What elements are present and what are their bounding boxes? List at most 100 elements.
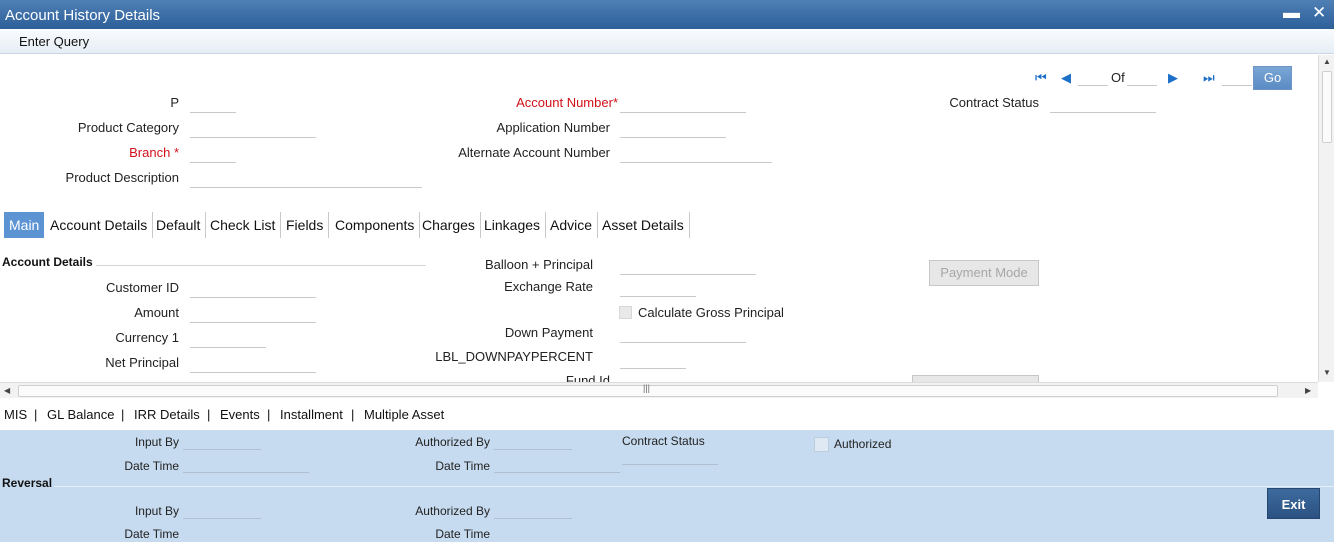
- irr-details-link[interactable]: IRR Details: [134, 407, 200, 422]
- tab-charges[interactable]: Charges: [417, 212, 481, 238]
- footer-contract-status-field[interactable]: [622, 451, 718, 465]
- of-label: Of: [1111, 70, 1125, 85]
- auth-date-time-field[interactable]: [494, 459, 620, 473]
- tab-linkages[interactable]: Linkages: [479, 212, 547, 238]
- currency-1-field[interactable]: [190, 332, 266, 348]
- net-principal-label: Net Principal: [105, 355, 179, 370]
- alternate-account-number-field[interactable]: [620, 147, 772, 163]
- horizontal-scroll-thumb[interactable]: |||: [18, 383, 1278, 397]
- payment-mode-button[interactable]: Payment Mode: [929, 260, 1039, 286]
- authorized-checkbox[interactable]: [814, 437, 829, 452]
- branch-label: Branch *: [129, 145, 179, 160]
- amount-field[interactable]: [190, 307, 316, 323]
- reversal-divider: [54, 486, 1334, 487]
- required-marker: *: [612, 95, 618, 110]
- horizontal-scrollbar[interactable]: ◀ ||| ▶: [0, 382, 1318, 398]
- link-separator: |: [121, 407, 125, 422]
- goto-record-field[interactable]: [1222, 70, 1252, 86]
- reversal-input-by-field[interactable]: [183, 505, 261, 519]
- previous-record-icon[interactable]: ◀: [1061, 70, 1071, 86]
- last-record-icon[interactable]: ⏭: [1203, 70, 1215, 86]
- subsystem-link-bar: MIS | GL Balance | IRR Details | Events …: [0, 398, 1334, 430]
- gl-balance-link[interactable]: GL Balance: [47, 407, 114, 422]
- tab-fields[interactable]: Fields: [281, 212, 330, 238]
- branch-label-text: Branch: [129, 145, 171, 160]
- product-category-field[interactable]: [190, 122, 316, 138]
- footer-contract-status-label: Contract Status: [622, 434, 705, 448]
- contract-status-label: Contract Status: [949, 95, 1039, 110]
- current-record-field[interactable]: [1078, 70, 1108, 86]
- application-number-field[interactable]: [620, 122, 726, 138]
- total-records-field[interactable]: [1127, 70, 1157, 86]
- currency-1-label: Currency 1: [115, 330, 179, 345]
- downpay-percent-label: LBL_DOWNPAYPERCENT: [435, 349, 593, 364]
- link-separator: |: [34, 407, 38, 422]
- minimize-icon[interactable]: ▬: [1283, 4, 1300, 22]
- scroll-left-icon[interactable]: ◀: [4, 386, 10, 395]
- downpay-percent-field[interactable]: [620, 353, 686, 369]
- secondary-disabled-button[interactable]: [912, 375, 1039, 382]
- enter-query-menu[interactable]: Enter Query: [19, 34, 89, 49]
- vertical-scrollbar[interactable]: ▲ ▼: [1318, 55, 1334, 382]
- balloon-principal-field[interactable]: [620, 259, 756, 275]
- tab-default[interactable]: Default: [151, 212, 207, 238]
- mis-link[interactable]: MIS: [4, 407, 27, 422]
- account-number-field[interactable]: [620, 97, 746, 113]
- go-button[interactable]: Go: [1253, 66, 1292, 90]
- events-link[interactable]: Events: [220, 407, 260, 422]
- scroll-grip-icon: |||: [643, 383, 651, 393]
- product-category-label: Product Category: [77, 120, 179, 135]
- installment-link[interactable]: Installment: [280, 407, 343, 422]
- link-separator: |: [267, 407, 271, 422]
- exit-button[interactable]: Exit: [1267, 488, 1320, 519]
- contract-status-field[interactable]: [1050, 97, 1156, 113]
- down-payment-field[interactable]: [620, 327, 746, 343]
- customer-id-field[interactable]: [190, 282, 316, 298]
- tab-asset-details[interactable]: Asset Details: [597, 212, 690, 238]
- reversal-section-title: Reversal: [2, 476, 53, 490]
- calculate-gross-principal-checkbox[interactable]: [619, 306, 632, 319]
- net-principal-field[interactable]: [190, 357, 316, 373]
- exchange-rate-field[interactable]: [620, 281, 696, 297]
- menu-bar: Enter Query: [0, 29, 1334, 54]
- down-payment-label: Down Payment: [504, 325, 593, 340]
- next-record-icon[interactable]: ▶: [1168, 70, 1178, 86]
- scroll-up-icon[interactable]: ▲: [1323, 57, 1331, 66]
- scroll-right-icon[interactable]: ▶: [1305, 386, 1311, 395]
- reversal-auth-date-time-label: Date Time: [435, 527, 490, 541]
- p-field[interactable]: [190, 97, 236, 113]
- link-separator: |: [351, 407, 355, 422]
- reversal-date-time-label: Date Time: [124, 527, 179, 541]
- first-record-icon[interactable]: ⏮: [1035, 70, 1047, 86]
- input-by-label: Input By: [134, 435, 179, 449]
- tab-main[interactable]: Main: [4, 212, 45, 238]
- link-separator: |: [207, 407, 211, 422]
- tab-advice[interactable]: Advice: [545, 212, 599, 238]
- product-description-field[interactable]: [190, 172, 422, 188]
- amount-label: Amount: [134, 305, 179, 320]
- section-divider: [96, 265, 426, 266]
- tab-components[interactable]: Components: [330, 212, 421, 238]
- fund-id-label: Fund Id: [565, 373, 610, 382]
- date-time-label: Date Time: [124, 459, 179, 473]
- date-time-field[interactable]: [183, 459, 309, 473]
- authorized-label: Authorized: [834, 437, 892, 451]
- branch-field[interactable]: [190, 147, 236, 163]
- vertical-scroll-thumb[interactable]: [1322, 71, 1332, 143]
- input-by-field[interactable]: [183, 436, 261, 450]
- product-description-label: Product Description: [65, 170, 179, 185]
- reversal-authorized-by-label: Authorized By: [415, 504, 490, 518]
- account-details-section-title: Account Details: [2, 255, 93, 269]
- window-titlebar: Account History Details ▬ ✕: [0, 0, 1334, 29]
- auth-date-time-label: Date Time: [435, 459, 490, 473]
- tab-account-details[interactable]: Account Details: [45, 212, 154, 238]
- authorized-by-field[interactable]: [494, 436, 572, 450]
- tab-check-list[interactable]: Check List: [205, 212, 282, 238]
- p-label: P: [170, 95, 179, 110]
- close-icon[interactable]: ✕: [1312, 4, 1326, 22]
- reversal-authorized-by-field[interactable]: [494, 505, 572, 519]
- reversal-input-by-label: Input By: [134, 504, 179, 518]
- multiple-asset-link[interactable]: Multiple Asset: [364, 407, 444, 422]
- calculate-gross-principal-label: Calculate Gross Principal: [638, 305, 784, 320]
- scroll-down-icon[interactable]: ▼: [1323, 368, 1331, 377]
